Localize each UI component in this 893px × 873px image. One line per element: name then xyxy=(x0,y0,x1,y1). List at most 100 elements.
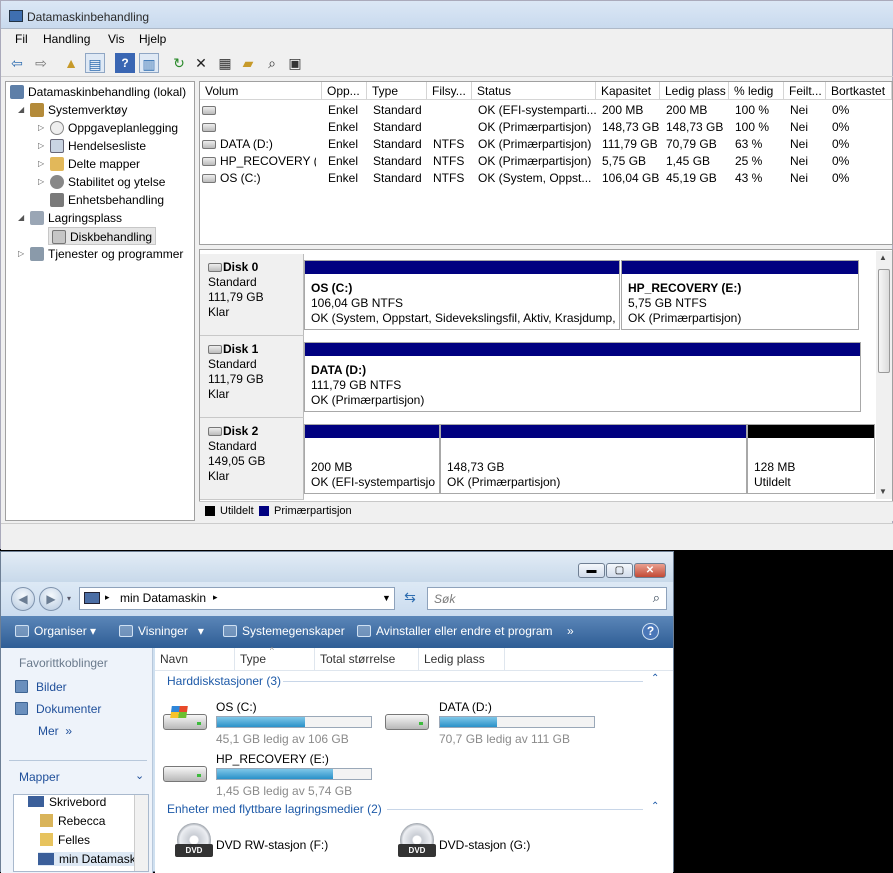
back-button[interactable]: ◀ xyxy=(11,587,35,611)
refresh-icon[interactable]: ⇆ xyxy=(399,589,421,609)
back-arrow-icon[interactable]: ⇦ xyxy=(7,53,27,73)
search-icon[interactable]: ⌕ xyxy=(653,590,660,606)
maximize-button[interactable]: ▢ xyxy=(606,563,633,578)
column-file-system[interactable]: Filsy... xyxy=(427,82,472,100)
tree-user[interactable]: Rebecca xyxy=(40,814,105,828)
views-button[interactable]: Visninger ▾ xyxy=(119,624,204,638)
delete-icon[interactable]: ✕ xyxy=(191,53,211,73)
refresh-icon[interactable]: ↻ xyxy=(169,53,189,73)
column-name[interactable]: Navn xyxy=(155,648,235,670)
tree-item-services-applications[interactable]: ▷ Tjenester og programmer xyxy=(18,245,183,263)
disk-2-header[interactable]: Disk 2 Standard 149,05 GB Klar xyxy=(200,418,304,500)
expand-arrow-icon[interactable]: ▷ xyxy=(38,137,44,155)
tree-item-disk-management[interactable]: Diskbehandling xyxy=(48,227,157,245)
partition-data-d[interactable]: DATA (D:) 111,79 GB NTFS OK (Primærparti… xyxy=(304,342,861,412)
tree-item-device-manager[interactable]: Enhetsbehandling xyxy=(50,191,164,209)
group-hard-drives[interactable]: Harddiskstasjoner (3) xyxy=(167,674,281,688)
volume-row[interactable]: Enkel Standard OK (EFI-systemparti... 200 M… xyxy=(200,102,892,119)
menu-action[interactable]: Handling xyxy=(43,32,90,46)
scroll-thumb[interactable] xyxy=(878,269,890,373)
folder-tree-scrollbar[interactable] xyxy=(134,795,148,871)
menu-help[interactable]: Hjelp xyxy=(139,32,166,46)
help-icon[interactable]: ? xyxy=(642,623,659,640)
disk-1-header[interactable]: Disk 1 Standard 111,79 GB Klar xyxy=(200,336,304,418)
expand-arrow-icon[interactable]: ▷ xyxy=(38,119,44,137)
drive-d-icon[interactable] xyxy=(385,706,429,732)
chevron-down-icon[interactable]: ⌄ xyxy=(135,769,144,782)
explorer-caption[interactable]: ▬ ▢ ✕ xyxy=(1,552,673,582)
collapse-group-icon[interactable]: ⌃ xyxy=(651,801,659,812)
breadcrumb[interactable]: min Datamaskin xyxy=(120,591,206,605)
column-total-size[interactable]: Total størrelse xyxy=(315,648,419,670)
column-overhead[interactable]: Bortkastet xyxy=(826,82,892,100)
column-capacity[interactable]: Kapasitet xyxy=(596,82,660,100)
breadcrumb-arrow-icon[interactable]: ▸ xyxy=(105,592,110,603)
scroll-down-icon[interactable]: ▼ xyxy=(879,487,887,496)
disk-view-scrollbar[interactable]: ▲ ▼ xyxy=(876,251,892,499)
volume-row[interactable]: OS (C:) Enkel Standard NTFS OK (System, Opps… xyxy=(200,170,892,187)
partition-efi-system[interactable]: 200 MB OK (EFI-systempartisjo xyxy=(304,424,440,494)
drive-e-name[interactable]: HP_RECOVERY (E:) xyxy=(216,752,329,766)
more-commands-button[interactable]: » xyxy=(567,624,574,638)
column-type[interactable]: Type xyxy=(367,82,427,100)
column-status[interactable]: Status xyxy=(472,82,596,100)
settings-icon[interactable]: ▣ xyxy=(285,53,305,73)
collapse-arrow-icon[interactable]: ◢ xyxy=(18,209,24,227)
search-icon[interactable]: ⌕ xyxy=(262,53,282,73)
column-free-space[interactable]: Ledig plass xyxy=(419,648,505,670)
collapse-arrow-icon[interactable]: ◢ xyxy=(18,101,24,119)
system-properties-button[interactable]: Systemegenskaper xyxy=(223,624,345,638)
dvd-rw-drive-name[interactable]: DVD RW-stasjon (F:) xyxy=(216,838,328,852)
forward-button[interactable]: ▶ xyxy=(39,587,63,611)
scroll-up-icon[interactable]: ▲ xyxy=(879,253,887,262)
column-fault-tolerance[interactable]: Feilt... xyxy=(784,82,826,100)
column-type[interactable]: Type xyxy=(235,648,315,670)
expand-arrow-icon[interactable]: ▷ xyxy=(38,173,44,191)
drive-e-icon[interactable] xyxy=(163,758,207,784)
tree-item-shared-folders[interactable]: ▷ Delte mapper xyxy=(38,155,140,173)
title-bar[interactable]: Datamaskinbehandling xyxy=(1,1,893,29)
show-hide-tree-icon[interactable]: ▤ xyxy=(85,53,105,73)
open-folder-icon[interactable]: ▰ xyxy=(238,53,258,73)
drive-d-name[interactable]: DATA (D:) xyxy=(439,700,492,714)
tree-desktop[interactable]: Skrivebord xyxy=(28,795,106,809)
unallocated-space[interactable]: 128 MB Utildelt xyxy=(747,424,875,494)
group-removable-storage[interactable]: Enheter med flyttbare lagringsmedier (2) xyxy=(167,802,382,816)
tree-item-storage[interactable]: ◢ Lagringsplass xyxy=(18,209,122,227)
forward-arrow-icon[interactable]: ⇨ xyxy=(31,53,51,73)
help-icon[interactable]: ? xyxy=(115,53,135,73)
volume-row[interactable]: Enkel Standard OK (Primærpartisjon) 148,73 … xyxy=(200,119,892,136)
search-input[interactable]: Søk ⌕ xyxy=(427,587,667,610)
up-folder-icon[interactable]: ▲ xyxy=(61,53,81,73)
action-pane-icon[interactable]: ▥ xyxy=(139,53,159,73)
volume-row[interactable]: DATA (D:) Enkel Standard NTFS OK (Primærpart… xyxy=(200,136,892,153)
disk-0-header[interactable]: Disk 0 Standard 111,79 GB Klar xyxy=(200,254,304,336)
column-percent-free[interactable]: % ledig xyxy=(729,82,784,100)
uninstall-program-button[interactable]: Avinstaller eller endre et program xyxy=(357,624,553,638)
menu-file[interactable]: Fil xyxy=(15,32,28,46)
folders-heading[interactable]: Mapper xyxy=(19,770,60,784)
properties-icon[interactable]: ▦ xyxy=(215,53,235,73)
column-free-space[interactable]: Ledig plass xyxy=(660,82,729,100)
drive-c-name[interactable]: OS (C:) xyxy=(216,700,257,714)
tree-item-computer-management[interactable]: Datamaskinbehandling (lokal) xyxy=(10,83,186,101)
expand-arrow-icon[interactable]: ▷ xyxy=(38,155,44,173)
collapse-group-icon[interactable]: ⌃ xyxy=(651,673,659,684)
favorite-documents[interactable]: Dokumenter xyxy=(15,702,101,716)
drive-c-icon[interactable] xyxy=(163,706,207,732)
menu-view[interactable]: Vis xyxy=(108,32,124,46)
address-dropdown-icon[interactable]: ▼ xyxy=(382,593,391,603)
tree-item-system-tools[interactable]: ◢ Systemverktøy xyxy=(18,101,127,119)
partition-hp-recovery-e[interactable]: HP_RECOVERY (E:) 5,75 GB NTFS OK (Primær… xyxy=(621,260,859,330)
organize-button[interactable]: Organiser ▾ xyxy=(15,624,96,638)
tree-computer[interactable]: min Datamask xyxy=(38,852,142,866)
partition-os-c[interactable]: OS (C:) 106,04 GB NTFS OK (System, Oppst… xyxy=(304,260,620,330)
minimize-button[interactable]: ▬ xyxy=(578,563,605,578)
tree-item-reliability-performance[interactable]: ▷ Stabilitet og ytelse xyxy=(38,173,165,191)
tree-item-event-viewer[interactable]: ▷ Hendelsesliste xyxy=(38,137,146,155)
favorite-pictures[interactable]: Bilder xyxy=(15,680,67,694)
column-volume[interactable]: Volum xyxy=(200,82,322,100)
dvd-drive-name[interactable]: DVD-stasjon (G:) xyxy=(439,838,530,852)
close-button[interactable]: ✕ xyxy=(634,563,666,578)
address-bar[interactable]: ▸ min Datamaskin ▸ ▼ xyxy=(79,587,395,610)
